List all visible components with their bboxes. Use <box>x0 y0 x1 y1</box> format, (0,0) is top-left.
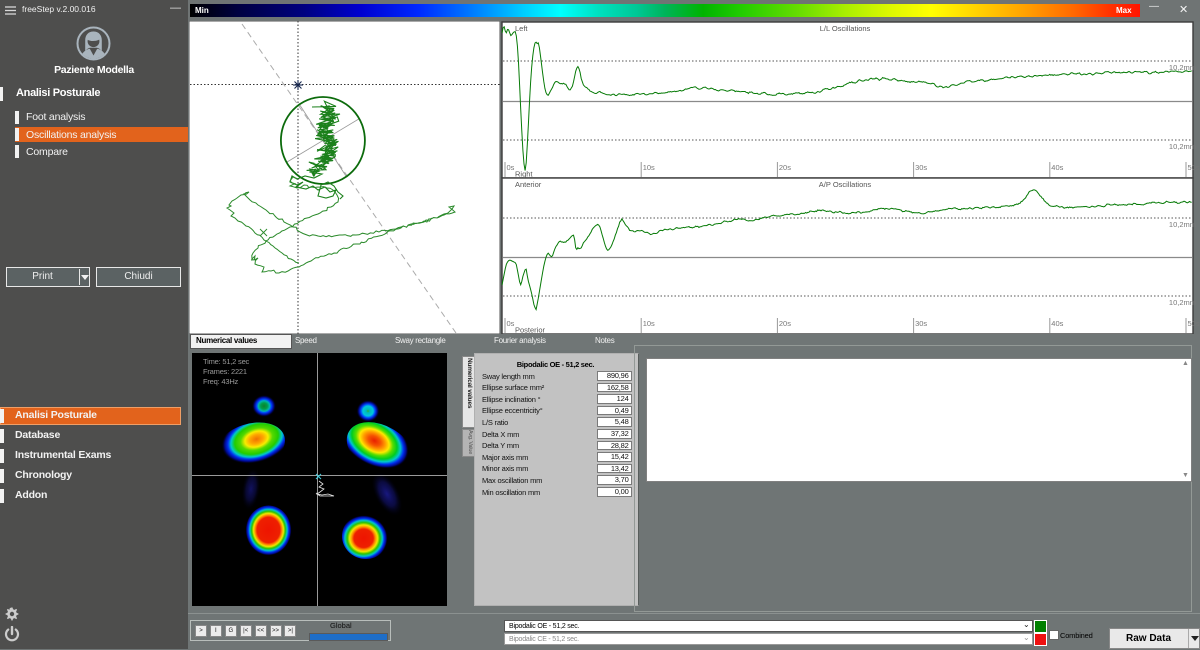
svg-text:10s: 10s <box>643 163 655 172</box>
svg-text:Left: Left <box>515 24 528 33</box>
svg-text:Anterior: Anterior <box>515 180 542 189</box>
svg-text:40s: 40s <box>1051 163 1063 172</box>
svg-text:0s: 0s <box>507 319 515 328</box>
svg-text:Frames: 2221: Frames: 2221 <box>203 367 247 376</box>
svg-text:Time: 51,2 sec: Time: 51,2 sec <box>203 357 250 366</box>
svg-text:10,2mm: 10,2mm <box>1169 298 1196 307</box>
svg-text:30s: 30s <box>915 319 927 328</box>
svg-text:0s: 0s <box>507 163 515 172</box>
svg-text:20s: 20s <box>779 319 791 328</box>
svg-text:L/L Oscillations: L/L Oscillations <box>820 24 871 33</box>
svg-text:Right: Right <box>515 170 533 179</box>
svg-text:10s: 10s <box>643 319 655 328</box>
svg-text:Freq: 43Hz: Freq: 43Hz <box>203 377 239 386</box>
svg-text:30s: 30s <box>915 163 927 172</box>
svg-text:50s: 50s <box>1188 163 1200 172</box>
svg-text:10,2mm: 10,2mm <box>1169 220 1196 229</box>
svg-text:A/P Oscillations: A/P Oscillations <box>819 180 872 189</box>
svg-text:40s: 40s <box>1051 319 1063 328</box>
svg-text:50s: 50s <box>1188 319 1200 328</box>
svg-text:20s: 20s <box>779 163 791 172</box>
svg-text:10,2mm: 10,2mm <box>1169 142 1196 151</box>
